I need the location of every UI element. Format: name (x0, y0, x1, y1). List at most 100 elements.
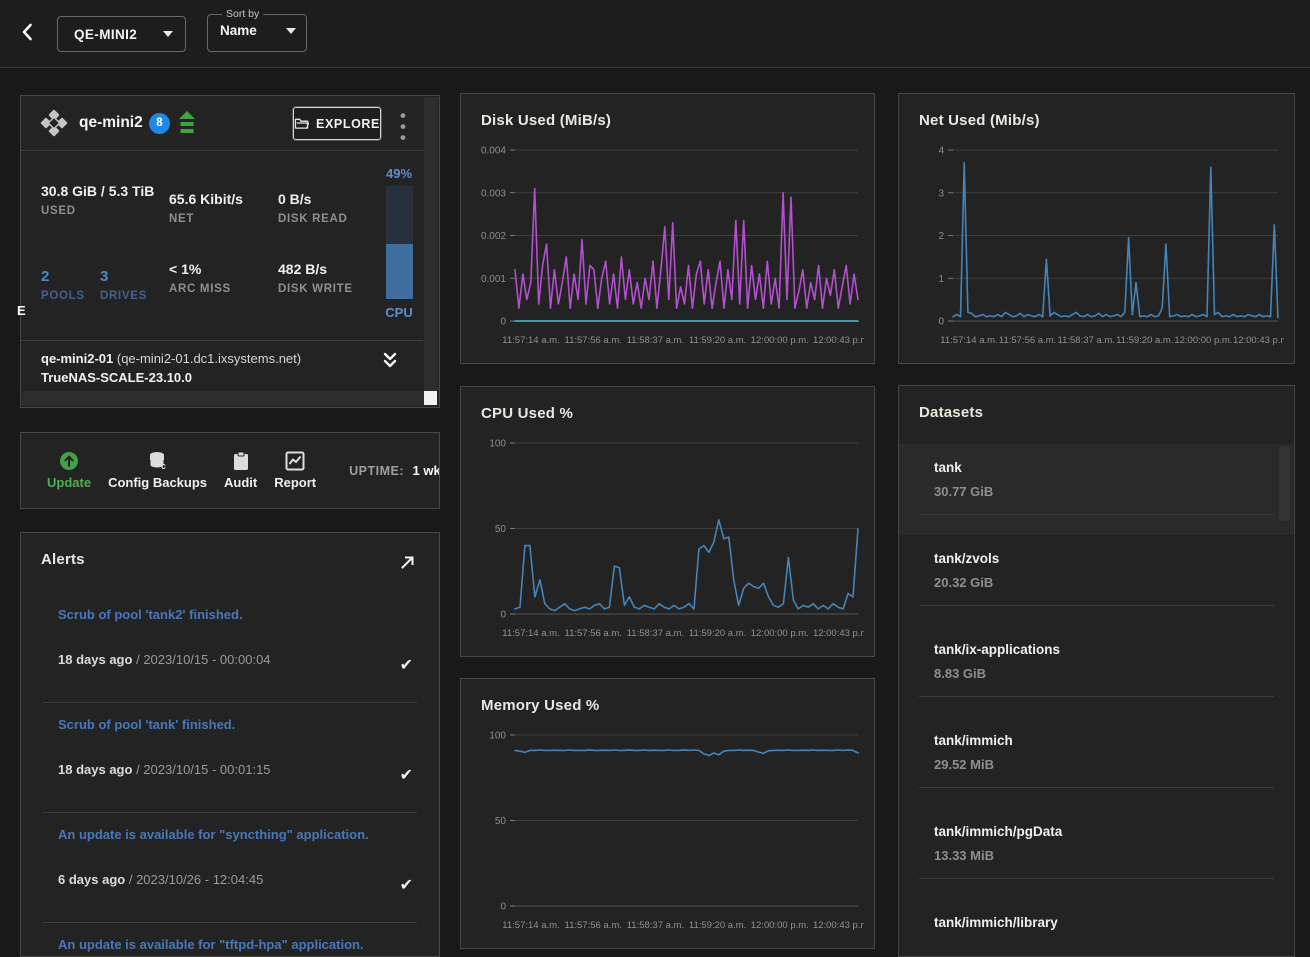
alert-message-link[interactable]: An update is available for "tftpd-hpa" a… (58, 937, 419, 952)
host-selector-dropdown[interactable]: QE-MINI2 (57, 16, 186, 52)
config-backups-label: Config Backups (108, 475, 207, 490)
svg-text:11:59:20 a.m.: 11:59:20 a.m. (1116, 335, 1173, 346)
hostname-line: qe-mini2-01 (qe-mini2-01.dc1.ixsystems.n… (41, 349, 423, 368)
vertical-scrollbar-track[interactable] (424, 97, 438, 391)
net-used-chart: 0123411:57:14 a.m.11:57:56 a.m.11:58:37 … (909, 138, 1284, 355)
alert-item: An update is available for "tftpd-hpa" a… (21, 923, 439, 957)
sort-by-dropdown[interactable]: Sort by Name (207, 8, 307, 52)
more-options-menu[interactable]: ••• (395, 109, 411, 144)
host-selector-value: QE-MINI2 (74, 27, 155, 42)
cpu-chart-title: CPU Used % (481, 405, 573, 422)
chevron-down-icon (286, 28, 296, 34)
svg-text:100: 100 (489, 439, 506, 450)
vertical-scrollbar-thumb[interactable] (1279, 446, 1290, 521)
report-button[interactable]: Report (274, 451, 316, 490)
svg-text:4: 4 (938, 146, 944, 157)
svg-text:11:57:56 a.m.: 11:57:56 a.m. (999, 335, 1056, 346)
dismiss-check-icon[interactable]: ✔ (400, 765, 413, 785)
audit-label: Audit (224, 475, 257, 490)
dataset-row[interactable]: tank/ix-applications 8.83 GiB (899, 626, 1294, 717)
stat-net: 65.6 Kibit/s NET (169, 189, 243, 225)
database-icon: c (147, 451, 169, 471)
alert-message-link[interactable]: An update is available for "syncthing" a… (58, 827, 419, 842)
dataset-row[interactable]: tank/immich/library (899, 899, 1294, 957)
svg-text:11:57:56 a.m.: 11:57:56 a.m. (565, 628, 622, 639)
svg-text:3: 3 (938, 188, 944, 199)
svg-text:12:00:00 p.m.: 12:00:00 p.m. (751, 920, 809, 931)
system-name: qe-mini2 (79, 114, 143, 132)
used-value: 30.8 GiB / 5.3 TiB (41, 181, 161, 202)
scrollbar-thumb[interactable] (424, 391, 437, 405)
config-backups-button[interactable]: c Config Backups (108, 451, 207, 490)
chevron-down-icon (163, 31, 173, 37)
net-chart-title: Net Used (Mib/s) (919, 112, 1040, 129)
svg-text:11:57:56 a.m.: 11:57:56 a.m. (565, 920, 622, 931)
dismiss-check-icon[interactable]: ✔ (400, 875, 413, 895)
back-button[interactable] (16, 20, 44, 48)
os-version: TrueNAS-SCALE-23.10.0 (41, 368, 423, 387)
clipped-text: E (17, 303, 26, 318)
explore-label: EXPLORE (316, 117, 380, 131)
svg-text:0: 0 (500, 317, 506, 328)
alert-item: Scrub of pool 'tank2' finished. 18 days … (21, 593, 439, 703)
sort-by-label: Sort by (222, 8, 263, 20)
alert-item: Scrub of pool 'tank' finished. 18 days a… (21, 703, 439, 813)
update-button[interactable]: Update (47, 451, 91, 490)
platform-icon (39, 109, 69, 139)
dataset-list: tank 30.77 GiB tank/zvols 20.32 GiB tank… (899, 444, 1294, 957)
horizontal-scrollbar-track[interactable] (22, 391, 424, 406)
divider (919, 878, 1274, 879)
alert-message-link[interactable]: Scrub of pool 'tank' finished. (58, 717, 419, 732)
report-label: Report (274, 475, 316, 490)
update-icon (59, 451, 79, 471)
datasets-title: Datasets (919, 404, 983, 421)
dataset-row[interactable]: tank/immich/pgData 13.33 MiB (899, 808, 1294, 899)
alert-item: An update is available for "syncthing" a… (21, 813, 439, 923)
svg-text:11:58:37 a.m.: 11:58:37 a.m. (627, 335, 684, 346)
svg-text:12:00:00 p.m.: 12:00:00 p.m. (1174, 335, 1232, 346)
system-card-header: qe-mini2 8 EXPLORE ••• (21, 96, 439, 151)
stat-drives[interactable]: 3 DRIVES (100, 266, 147, 302)
uptime-label: UPTIME: (349, 464, 404, 478)
net-label: NET (169, 213, 243, 225)
cpu-bar (386, 186, 413, 299)
svg-text:2: 2 (938, 231, 944, 242)
audit-button[interactable]: Audit (224, 451, 257, 490)
cpu-bar-fill (386, 244, 413, 299)
cpu-percent: 49% (384, 166, 414, 181)
alerts-title: Alerts (41, 551, 85, 568)
expand-double-chevron-icon[interactable] (381, 351, 399, 371)
divider (919, 787, 1274, 788)
dataset-row[interactable]: tank/immich 29.52 MiB (899, 717, 1294, 808)
alert-timestamp: 18 days ago / 2023/10/15 - 00:01:15 (58, 762, 419, 777)
memory-used-chart: 05010011:57:14 a.m.11:57:56 a.m.11:58:37… (471, 723, 864, 940)
alert-timestamp: 18 days ago / 2023/10/15 - 00:00:04 (58, 652, 419, 667)
alert-message-link[interactable]: Scrub of pool 'tank2' finished. (58, 607, 419, 622)
dismiss-check-icon[interactable]: ✔ (400, 655, 413, 675)
alert-count-badge[interactable]: 8 (149, 113, 170, 134)
stat-disk-read: 0 B/s DISK READ (278, 189, 348, 225)
chart-icon (285, 451, 305, 471)
stat-pools[interactable]: 2 POOLS (41, 266, 85, 302)
forward-arrow-icon[interactable] (399, 553, 417, 571)
svg-text:0: 0 (500, 610, 506, 621)
memory-used-chart-card: Memory Used % 05010011:57:14 a.m.11:57:5… (460, 678, 875, 949)
alert-timestamp: 6 days ago / 2023/10/26 - 12:04:45 (58, 872, 419, 887)
svg-text:100: 100 (489, 731, 506, 742)
stat-disk-write: 482 B/s DISK WRITE (278, 259, 353, 295)
arc-miss-value: < 1% (169, 259, 231, 280)
cpu-label: CPU (384, 305, 414, 320)
dataset-row[interactable]: tank 30.77 GiB (899, 444, 1294, 535)
stat-used: 30.8 GiB / 5.3 TiB USED (41, 181, 161, 217)
chevron-left-icon (16, 20, 40, 44)
svg-text:50: 50 (495, 524, 507, 535)
svg-text:11:58:37 a.m.: 11:58:37 a.m. (627, 920, 684, 931)
pools-value: 2 (41, 266, 85, 287)
dataset-row[interactable]: tank/zvols 20.32 GiB (899, 535, 1294, 626)
cpu-used-chart-card: CPU Used % 05010011:57:14 a.m.11:57:56 a… (460, 386, 875, 657)
cpu-gauge: 49% CPU (384, 166, 414, 320)
svg-text:12:00:00 p.m.: 12:00:00 p.m. (751, 628, 809, 639)
explore-button[interactable]: EXPLORE (293, 107, 381, 140)
svg-text:11:59:20 a.m.: 11:59:20 a.m. (689, 628, 746, 639)
disk-write-label: DISK WRITE (278, 283, 353, 295)
